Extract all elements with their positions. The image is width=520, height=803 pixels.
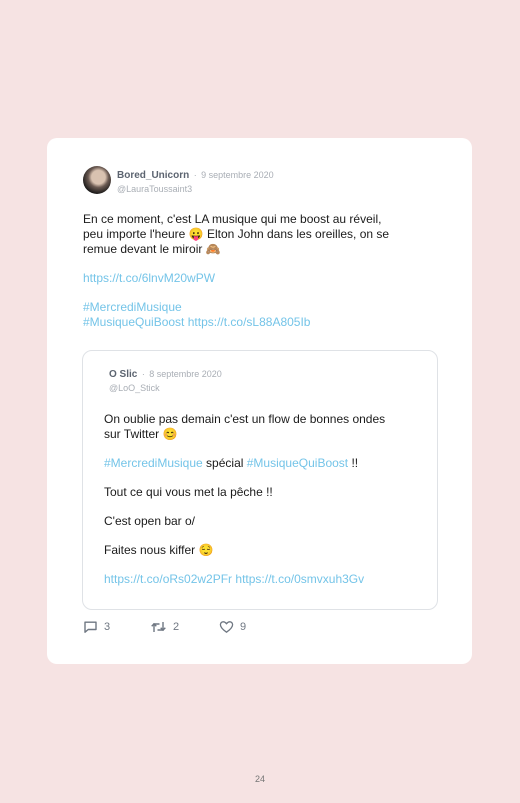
tweet-text-line: En ce moment, c'est LA musique qui me bo… xyxy=(83,212,382,226)
quoted-author-name[interactable]: O Slic xyxy=(109,369,137,380)
like-button[interactable]: 9 xyxy=(219,620,246,634)
quoted-tweet[interactable]: O Slic · 8 septembre 2020 @LoO_Stick On … xyxy=(82,350,438,610)
quoted-author-handle[interactable]: @LoO_Stick xyxy=(109,382,222,394)
quoted-text-fragment: !! xyxy=(348,456,359,470)
tweet-actions: 3 2 9 xyxy=(83,620,303,636)
page: { "tweet": { "author": { "name": "Bored_… xyxy=(0,0,520,803)
tweet-card: Bored_Unicorn · 9 septembre 2020 @LauraT… xyxy=(47,138,472,664)
tweet-date: 9 septembre 2020 xyxy=(201,170,274,180)
reply-icon xyxy=(83,620,98,634)
quoted-tweet-text: On oublie pas demain c'est un flow de bo… xyxy=(104,412,419,587)
reply-count: 3 xyxy=(104,621,111,633)
separator-dot: · xyxy=(141,369,145,379)
quoted-link[interactable]: https://t.co/oRs02w2PFr xyxy=(104,572,232,586)
tweet-header: Bored_Unicorn · 9 septembre 2020 @LauraT… xyxy=(117,168,447,195)
hashtag-link[interactable]: #MercrediMusique xyxy=(104,456,203,470)
quoted-text-line: #MercrediMusique spécial #MusiqueQuiBoos… xyxy=(104,456,419,471)
quoted-link[interactable]: https://t.co/0smvxuh3Gv xyxy=(235,572,364,586)
avatar[interactable] xyxy=(83,166,111,194)
tweet-link[interactable]: https://t.co/sL88A805Ib xyxy=(188,315,311,329)
author-handle[interactable]: @LauraToussaint3 xyxy=(117,183,447,195)
quoted-text-line: On oublie pas demain c'est un flow de bo… xyxy=(104,412,386,426)
tweet-text: En ce moment, c'est LA musique qui me bo… xyxy=(83,212,433,330)
reply-button[interactable]: 3 xyxy=(83,620,110,634)
like-count: 9 xyxy=(240,621,247,633)
quoted-text-fragment: spécial xyxy=(202,456,247,470)
retweet-icon xyxy=(150,620,167,634)
quoted-tweet-header: O Slic · 8 septembre 2020 @LoO_Stick xyxy=(109,367,222,394)
separator-dot: · xyxy=(193,170,197,180)
quoted-text-line: sur Twitter 😊 xyxy=(104,427,178,441)
heart-icon xyxy=(219,620,234,634)
retweet-button[interactable]: 2 xyxy=(150,620,179,634)
quoted-links: https://t.co/oRs02w2PFr https://t.co/0sm… xyxy=(104,572,419,587)
quoted-tweet-date: 8 septembre 2020 xyxy=(149,369,222,379)
tweet-text-line: remue devant le miroir 🙈 xyxy=(83,242,221,256)
author-name[interactable]: Bored_Unicorn xyxy=(117,170,189,181)
hashtag-link[interactable]: #MusiqueQuiBoost xyxy=(83,315,184,329)
quoted-text-line: Tout ce qui vous met la pêche !! xyxy=(104,485,273,499)
hashtag-link[interactable]: #MusiqueQuiBoost xyxy=(247,456,348,470)
tweet-text-line: peu importe l'heure 😛 Elton John dans le… xyxy=(83,227,390,241)
quoted-text-line: Faites nous kiffer 😌 xyxy=(104,543,214,557)
page-number: 24 xyxy=(254,774,265,784)
quoted-text-line: C'est open bar o/ xyxy=(104,514,196,528)
tweet-link[interactable]: https://t.co/6lnvM20wPW xyxy=(83,271,433,286)
hashtag-link[interactable]: #MercrediMusique xyxy=(83,300,433,315)
retweet-count: 2 xyxy=(173,621,180,633)
